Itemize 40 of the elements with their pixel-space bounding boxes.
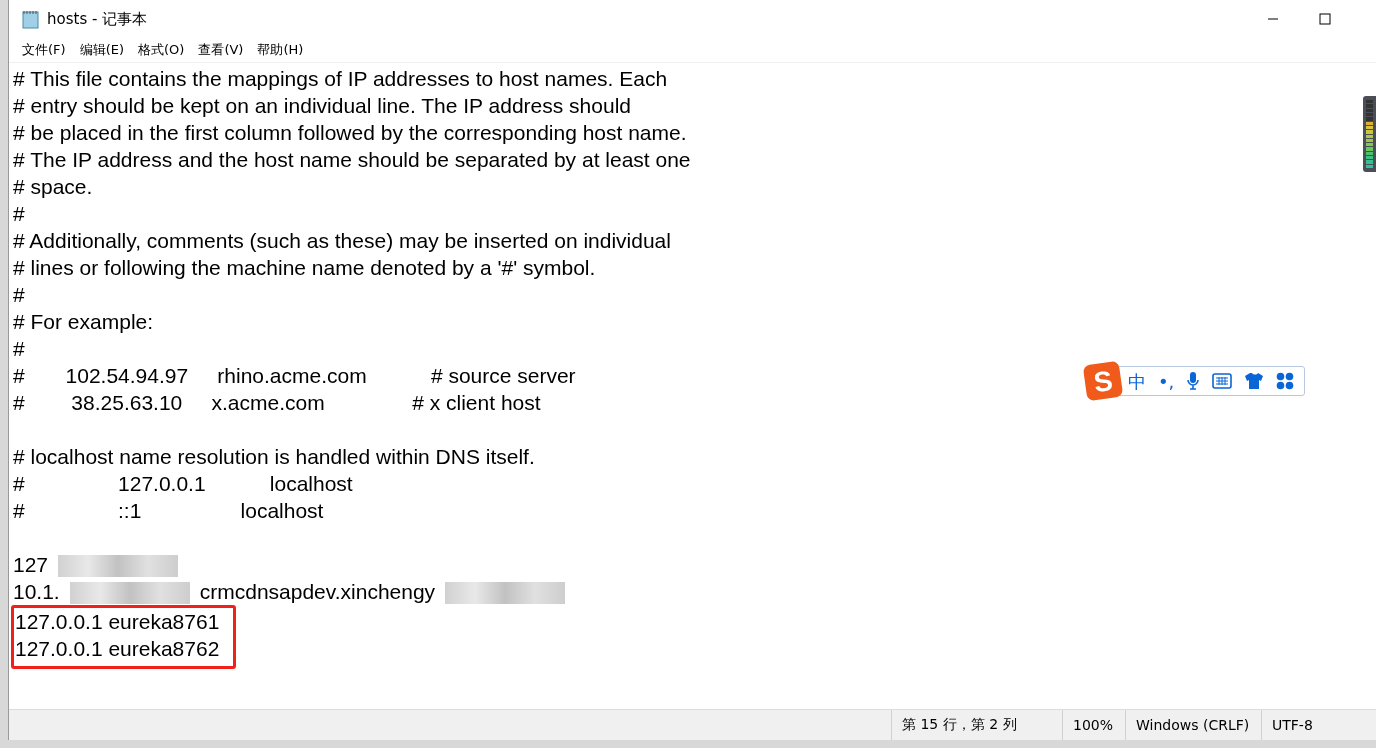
window-title: hosts - 记事本 bbox=[47, 9, 148, 29]
notepad-icon bbox=[21, 9, 41, 29]
menu-item[interactable]: 格式(O) bbox=[131, 39, 192, 61]
text-line: # This file contains the mappings of IP addresses to host names. Each bbox=[13, 67, 668, 90]
text-line: # ::1 localhost bbox=[13, 499, 324, 522]
menu-item[interactable]: 帮助(H) bbox=[250, 39, 311, 61]
shirt-icon[interactable] bbox=[1244, 372, 1265, 390]
text-line: # For example: bbox=[13, 310, 154, 333]
menu-item[interactable]: 查看(V) bbox=[191, 39, 251, 61]
text-line: # bbox=[13, 337, 25, 360]
line-ending: Windows (CRLF) bbox=[1125, 710, 1261, 740]
text-line: crmcdnsapdev.xinchengy bbox=[199, 579, 436, 605]
text-line: # Additionally, comments (such as these) may be inserted on individual bbox=[13, 229, 671, 252]
maximize-icon bbox=[1319, 13, 1331, 25]
text-line: # be placed in the first column followed by the corresponding host name. bbox=[13, 121, 687, 144]
apps-grid-icon[interactable] bbox=[1276, 372, 1295, 390]
text-line: # The IP address and the host name should be separated by at least one bbox=[13, 148, 691, 171]
menu-item[interactable]: 文件(F) bbox=[15, 39, 73, 61]
text-line: 127 bbox=[13, 552, 49, 578]
level-meter-icon bbox=[1363, 96, 1376, 172]
encoding: UTF-8 bbox=[1261, 710, 1376, 740]
text-line: 127.0.0.1 eureka8762 bbox=[15, 636, 220, 662]
text-line: # 38.25.63.10 x.acme.com # x client host bbox=[13, 391, 541, 414]
text-line: # localhost name resolution is handled within DNS itself. bbox=[13, 445, 535, 468]
ime-mode-toggle[interactable]: 中 bbox=[1128, 367, 1146, 395]
text-line: # 127.0.0.1 localhost bbox=[13, 472, 353, 495]
text-line: 10.1. bbox=[13, 579, 60, 605]
menu-item[interactable]: 编辑(E) bbox=[72, 39, 131, 61]
text-line: # space. bbox=[13, 175, 93, 198]
text-line: # 102.54.94.97 rhino.acme.com # source server bbox=[13, 364, 576, 387]
text-line: 127.0.0.1 eureka8761 bbox=[15, 609, 220, 635]
text-line: # lines or following the machine name denoted by a '#' symbol. bbox=[13, 256, 596, 279]
zoom-level: 100% bbox=[1062, 710, 1125, 740]
text-line: # entry should be kept on an individual line. The IP address should bbox=[13, 94, 631, 117]
text-line: # bbox=[13, 202, 25, 225]
ime-mode-toggle[interactable]: •, bbox=[1158, 367, 1175, 395]
text-line: # bbox=[13, 283, 25, 306]
keyboard-icon[interactable] bbox=[1212, 373, 1233, 389]
microphone-icon[interactable] bbox=[1186, 371, 1201, 391]
cursor-position: 第 15 行，第 2 列 bbox=[891, 710, 1062, 740]
